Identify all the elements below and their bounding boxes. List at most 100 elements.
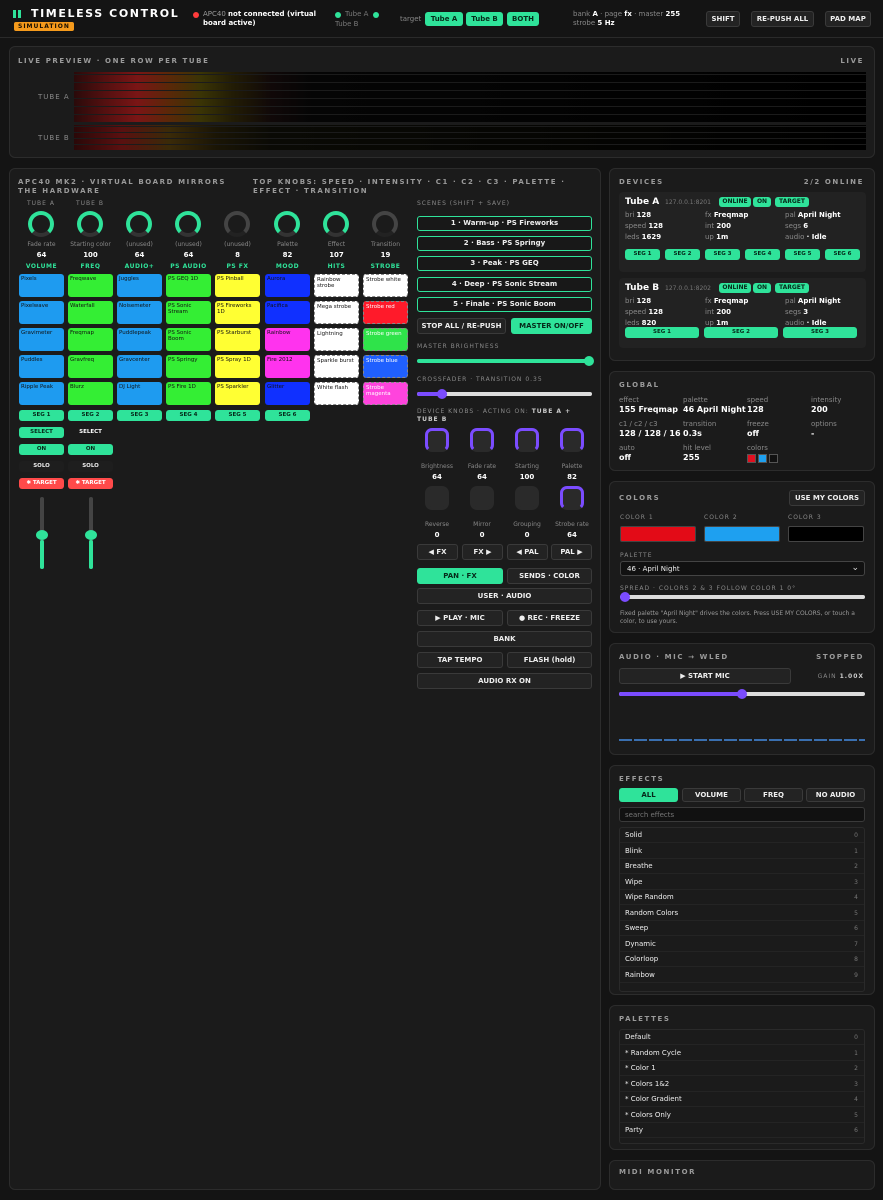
flash-hold-button[interactable]: FLASH (hold): [507, 652, 592, 668]
device-knob-4[interactable]: [560, 428, 584, 452]
effects-tab-volume[interactable]: VOLUME: [682, 788, 741, 802]
pad-1-1[interactable]: Pixels: [19, 274, 64, 297]
solo-button[interactable]: SOLO: [19, 461, 64, 472]
pad-4-3[interactable]: Gravcenter: [117, 355, 162, 378]
effect-item[interactable]: Wipe Random 4: [620, 890, 864, 905]
master-brightness-slider[interactable]: [417, 359, 592, 363]
effects-tab-freq[interactable]: FREQ: [744, 788, 803, 802]
palette-item[interactable]: Default 0: [620, 1030, 864, 1045]
pad-3-1[interactable]: Gravimeter: [19, 328, 64, 351]
device-knob-6[interactable]: [470, 486, 494, 510]
pad-1-2[interactable]: Freqwave: [68, 274, 113, 297]
master-onoff-button[interactable]: MASTER ON/OFF: [511, 318, 592, 334]
knob-6[interactable]: [274, 211, 300, 237]
pad-1-4[interactable]: PS GEQ 1D: [166, 274, 211, 297]
pad-2-5[interactable]: PS Fireworks 1D: [215, 301, 260, 324]
effect-item[interactable]: Breathe 2: [620, 859, 864, 874]
effects-search-input[interactable]: search effects: [619, 807, 865, 822]
pad-4-5[interactable]: PS Spray 1D: [215, 355, 260, 378]
target-both-button[interactable]: BOTH: [507, 12, 539, 26]
pad-4-7[interactable]: Sparkle burst: [314, 355, 359, 378]
device-seg-1-button[interactable]: SEG 1: [625, 327, 699, 338]
knob-2[interactable]: [77, 211, 103, 237]
effect-item[interactable]: Solid 0: [620, 828, 864, 843]
knob-1[interactable]: [28, 211, 54, 237]
pad-1-5[interactable]: PS Pinball: [215, 274, 260, 297]
device-seg-2-button[interactable]: SEG 2: [704, 327, 778, 338]
scene-1-button[interactable]: 1 · Warm-up · PS Fireworks: [417, 216, 592, 231]
crossfader-thumb[interactable]: [437, 389, 447, 399]
start-mic-button[interactable]: ▶ START MIC: [619, 668, 791, 684]
play-mic-button[interactable]: ▶ PLAY · MIC: [417, 610, 503, 626]
scene-3-button[interactable]: 3 · Peak · PS GEQ: [417, 256, 592, 271]
prev-pal-button[interactable]: ◀ PAL: [507, 544, 548, 560]
stop-all-button[interactable]: STOP ALL / RE-PUSH: [417, 318, 506, 334]
target-button[interactable]: ✱ TARGET: [19, 478, 64, 489]
color-1-swatch[interactable]: [620, 526, 696, 542]
pad-3-3[interactable]: Puddlepeak: [117, 328, 162, 351]
device-seg-6-button[interactable]: SEG 6: [825, 249, 860, 260]
effect-item[interactable]: Dynamic 7: [620, 937, 864, 952]
effects-tab-no-audio[interactable]: NO AUDIO: [806, 788, 865, 802]
effect-item[interactable]: Sweep 6: [620, 921, 864, 936]
pad-4-6[interactable]: Fire 2012: [265, 355, 310, 378]
pad-4-1[interactable]: Puddles: [19, 355, 64, 378]
device-knob-1[interactable]: [425, 428, 449, 452]
palette-item[interactable]: * Colors Only 5: [620, 1108, 864, 1123]
device-knob-3[interactable]: [515, 428, 539, 452]
color-2-swatch[interactable]: [704, 526, 780, 542]
pad-map-button[interactable]: PAD MAP: [825, 11, 871, 27]
seg-5-button[interactable]: SEG 5: [215, 410, 260, 421]
prev-fx-button[interactable]: ◀ FX: [417, 544, 458, 560]
knob-8[interactable]: [372, 211, 398, 237]
pad-5-6[interactable]: Glitter: [265, 382, 310, 405]
pad-3-5[interactable]: PS Starburst: [215, 328, 260, 351]
color-3-swatch[interactable]: [788, 526, 864, 542]
device-seg-4-button[interactable]: SEG 4: [745, 249, 780, 260]
pad-3-4[interactable]: PS Sonic Boom: [166, 328, 211, 351]
pad-4-2[interactable]: Gravfreq: [68, 355, 113, 378]
effect-item[interactable]: Rainbow 9: [620, 968, 864, 983]
pad-2-3[interactable]: Noisemeter: [117, 301, 162, 324]
scene-4-button[interactable]: 4 · Deep · PS Sonic Stream: [417, 277, 592, 292]
on-button[interactable]: ON: [68, 444, 113, 455]
palette-item[interactable]: * Random Cycle 1: [620, 1046, 864, 1061]
device-knob-2[interactable]: [470, 428, 494, 452]
pad-3-2[interactable]: Freqmap: [68, 328, 113, 351]
gain-thumb[interactable]: [737, 689, 747, 699]
effect-item[interactable]: Blink 1: [620, 844, 864, 859]
shift-button[interactable]: SHIFT: [706, 11, 740, 27]
device-knob-7[interactable]: [515, 486, 539, 510]
pad-4-8[interactable]: Strobe blue: [363, 355, 408, 378]
seg-3-button[interactable]: SEG 3: [117, 410, 162, 421]
pad-5-1[interactable]: Ripple Peak: [19, 382, 64, 405]
pad-2-7[interactable]: Mega strobe: [314, 301, 359, 324]
pad-5-8[interactable]: Strobe magenta: [363, 382, 408, 405]
knob-4[interactable]: [175, 211, 201, 237]
effect-item[interactable]: Random Colors 5: [620, 906, 864, 921]
use-my-colors-button[interactable]: USE MY COLORS: [789, 490, 865, 506]
palette-item[interactable]: * Colors 1&2 3: [620, 1077, 864, 1092]
scene-2-button[interactable]: 2 · Bass · PS Springy: [417, 236, 592, 251]
rec-freeze-button[interactable]: ● REC · FREEZE: [507, 610, 592, 626]
pad-2-2[interactable]: Waterfall: [68, 301, 113, 324]
effect-item[interactable]: Wipe 3: [620, 875, 864, 890]
palette-item[interactable]: * Color 1 2: [620, 1061, 864, 1076]
pad-2-4[interactable]: PS Sonic Stream: [166, 301, 211, 324]
pad-5-2[interactable]: Blurz: [68, 382, 113, 405]
user-audio-button[interactable]: USER · AUDIO: [417, 588, 592, 604]
knob-7[interactable]: [323, 211, 349, 237]
tap-tempo-button[interactable]: TAP TEMPO: [417, 652, 503, 668]
seg-2-button[interactable]: SEG 2: [68, 410, 113, 421]
repush-all-button[interactable]: RE-PUSH ALL: [751, 11, 814, 27]
palette-select[interactable]: 46 · April Night ⌄: [620, 561, 865, 576]
seg-4-button[interactable]: SEG 4: [166, 410, 211, 421]
device-seg-3-button[interactable]: SEG 3: [705, 249, 740, 260]
volume-fader-thumb[interactable]: [36, 530, 48, 540]
seg-6-button[interactable]: SEG 6: [265, 410, 310, 421]
select-button[interactable]: SELECT: [19, 427, 64, 438]
pad-3-8[interactable]: Strobe green: [363, 328, 408, 351]
pan-fx-button[interactable]: PAN · FX: [417, 568, 503, 584]
pad-5-5[interactable]: PS Sparkler: [215, 382, 260, 405]
next-pal-button[interactable]: PAL ▶: [551, 544, 592, 560]
